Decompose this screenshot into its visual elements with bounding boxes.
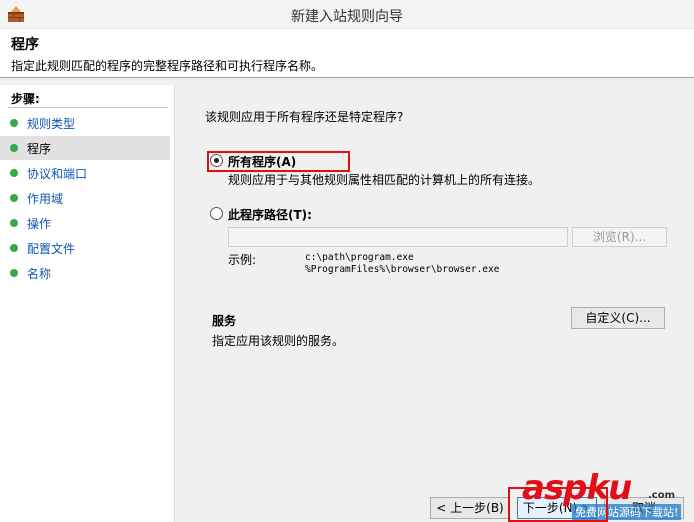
step-dot-icon — [10, 144, 18, 152]
sidebar-item-program[interactable]: 程序 — [0, 136, 170, 160]
sidebar-item-label: 名称 — [27, 267, 52, 281]
scope-question: 该规则应用于所有程序还是特定程序? — [205, 110, 404, 124]
page-description: 指定此规则匹配的程序的完整程序路径和可执行程序名称。 — [11, 59, 324, 73]
example-label: 示例: — [228, 253, 257, 267]
sidebar-item-protocol-port[interactable]: 协议和端口 — [0, 161, 170, 185]
watermark-domain-text: .com — [648, 490, 676, 501]
this-program-label[interactable]: 此程序路径(T): — [228, 206, 312, 223]
services-title: 服务 — [212, 314, 237, 328]
example-path-1: c:\path\program.exe — [305, 252, 414, 263]
sidebar-item-label: 程序 — [27, 142, 52, 156]
annotation-next-highlight-box — [508, 487, 608, 522]
step-dot-icon — [10, 219, 18, 227]
all-programs-description: 规则应用于与其他规则属性相匹配的计算机上的所有连接。 — [228, 173, 541, 187]
annotation-highlight-box — [207, 151, 350, 172]
sidebar-item-label: 规则类型 — [27, 117, 76, 131]
this-program-radio[interactable] — [210, 207, 223, 220]
sidebar-item-scope[interactable]: 作用域 — [0, 186, 170, 210]
sidebar-item-rule-type[interactable]: 规则类型 — [0, 111, 170, 135]
step-dot-icon — [10, 244, 18, 252]
services-description: 指定应用该规则的服务。 — [212, 334, 345, 348]
step-dot-icon — [10, 119, 18, 127]
sidebar-item-label: 操作 — [27, 217, 52, 231]
example-path-2: %ProgramFiles%\browser\browser.exe — [305, 264, 500, 275]
step-dot-icon — [10, 269, 18, 277]
page-title: 程序 — [11, 37, 39, 53]
steps-label: 步骤: — [11, 92, 40, 106]
sidebar-item-action[interactable]: 操作 — [0, 211, 170, 235]
example-paths: c:\path\program.exe %ProgramFiles%\brows… — [305, 252, 499, 276]
window-title: 新建入站规则向导 — [291, 9, 403, 25]
step-dot-icon — [10, 169, 18, 177]
title-bar: 新建入站规则向导 — [0, 0, 694, 29]
steps-divider — [8, 107, 168, 108]
program-path-input[interactable] — [228, 227, 568, 247]
steps-sidebar: 步骤: 规则类型 程序 协议和端口 作用域 操作 配置文件 名称 — [0, 85, 175, 522]
sidebar-item-profile[interactable]: 配置文件 — [0, 236, 170, 260]
sidebar-item-name[interactable]: 名称 — [0, 261, 170, 285]
browse-button[interactable]: 浏览(R)... — [572, 227, 667, 247]
sidebar-item-label: 协议和端口 — [27, 167, 88, 181]
wizard-header: 程序 指定此规则匹配的程序的完整程序路径和可执行程序名称。 — [0, 29, 694, 78]
step-dot-icon — [10, 194, 18, 202]
sidebar-item-label: 配置文件 — [27, 242, 76, 256]
sidebar-item-label: 作用域 — [27, 192, 64, 206]
customize-button[interactable]: 自定义(C)... — [571, 307, 665, 329]
